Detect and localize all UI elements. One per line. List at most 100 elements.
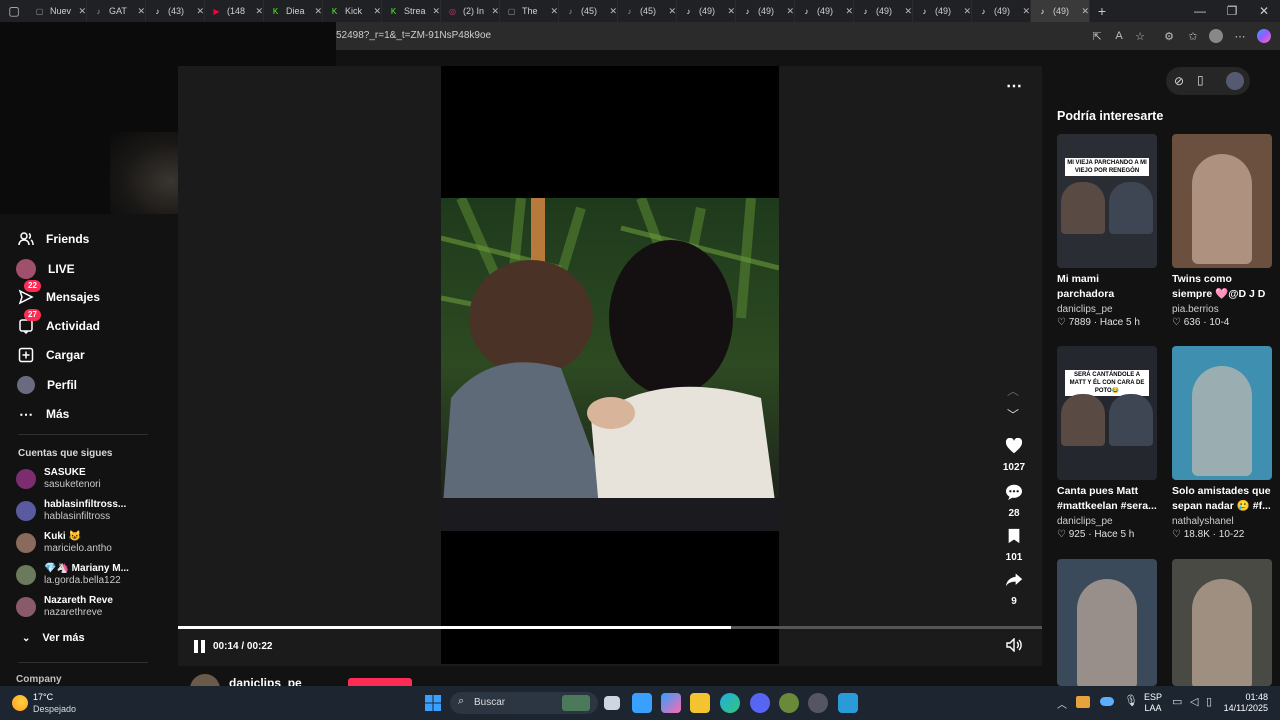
more-options-icon[interactable]: ⋯ bbox=[1006, 76, 1022, 96]
recommendation-card[interactable]: Twins como siempre 🩷@D J D R E I S A... p… bbox=[1172, 134, 1272, 328]
browser-tab[interactable]: K Kick ✕ bbox=[323, 0, 382, 22]
favorites-icon[interactable]: ✩ bbox=[1186, 29, 1200, 43]
account-avatar[interactable] bbox=[1226, 72, 1244, 90]
following-item[interactable]: hablasinfiltross... hablasinfiltross bbox=[16, 499, 126, 523]
nav-more[interactable]: ⋯ Más bbox=[18, 406, 69, 422]
tab-close-icon[interactable]: ✕ bbox=[373, 6, 381, 17]
recommendation-author[interactable]: daniclips_pe bbox=[1057, 304, 1157, 315]
start-icon[interactable] bbox=[425, 695, 441, 711]
recommendation-card[interactable]: MI VIEJA PARCHANDO A MI VIEJO POR RENEGÓ… bbox=[1057, 134, 1157, 328]
tab-close-icon[interactable]: ✕ bbox=[196, 6, 204, 17]
following-item[interactable]: 💎🦄 Mariany M... la.gorda.bella122 bbox=[16, 563, 129, 587]
recommendation-thumbnail[interactable] bbox=[1172, 134, 1272, 268]
browser-tab[interactable]: ♪ (45) ✕ bbox=[618, 0, 677, 22]
weather-icon[interactable] bbox=[12, 695, 28, 711]
tab-close-icon[interactable]: ✕ bbox=[432, 6, 440, 17]
edge-icon[interactable] bbox=[720, 693, 740, 713]
tab-close-icon[interactable]: ✕ bbox=[668, 6, 676, 17]
follow-button[interactable] bbox=[348, 678, 412, 686]
language-indicator[interactable]: ESP LAA bbox=[1144, 692, 1162, 714]
battery-icon[interactable]: ▯ bbox=[1206, 695, 1212, 708]
app-icon-3[interactable] bbox=[838, 693, 858, 713]
next-video-icon[interactable]: ﹀ bbox=[1007, 406, 1019, 423]
recommendation-card[interactable]: Solo amistades que sepan nadar 🥲 #f... na… bbox=[1172, 346, 1272, 540]
recommendation-title[interactable]: Canta pues Matt #mattkeelan #sera... bbox=[1057, 484, 1157, 514]
open-app-icon[interactable]: ⇱ bbox=[1090, 29, 1104, 43]
previous-video-icon[interactable]: ︿ bbox=[1007, 382, 1019, 399]
browser-tab[interactable]: ♪ (45) ✕ bbox=[559, 0, 618, 22]
copilot-icon[interactable] bbox=[1257, 29, 1271, 43]
comment-action[interactable]: 28 bbox=[1002, 484, 1026, 519]
tab-close-icon[interactable]: ✕ bbox=[904, 6, 912, 17]
profile-avatar-icon[interactable] bbox=[1209, 29, 1223, 43]
recommendation-card[interactable]: SERÁ CANTÁNDOLE A MATT Y ÉL CON CARA DE … bbox=[1057, 346, 1157, 540]
tray-icon-1[interactable] bbox=[1076, 696, 1090, 708]
favorite-star-icon[interactable]: ☆ bbox=[1133, 29, 1147, 43]
microphone-icon[interactable]: 🎙 bbox=[1124, 694, 1138, 707]
nav-friends[interactable]: Friends bbox=[18, 231, 89, 247]
company-heading[interactable]: Company bbox=[16, 674, 62, 685]
recommendation-author[interactable]: daniclips_pe bbox=[1057, 516, 1157, 527]
browser-tab[interactable]: ♪ (49) ✕ bbox=[972, 0, 1031, 22]
restore-button[interactable]: ❐ bbox=[1216, 0, 1248, 22]
copilot-app-icon[interactable] bbox=[661, 693, 681, 713]
extensions-icon[interactable]: ⚙ bbox=[1162, 29, 1176, 43]
browser-tab[interactable]: ♪ (49) ✕ bbox=[854, 0, 913, 22]
recommendation-title[interactable]: Twins como siempre 🩷@D J D R E I S A... bbox=[1172, 272, 1272, 302]
tab-close-icon[interactable]: ✕ bbox=[137, 6, 145, 17]
share-action[interactable]: 9 bbox=[1002, 572, 1026, 607]
recommendation-thumbnail[interactable] bbox=[1172, 559, 1272, 686]
browser-tab[interactable]: ♪ (49) ✕ bbox=[795, 0, 854, 22]
video-frame[interactable] bbox=[441, 66, 779, 664]
volume-tray-icon[interactable]: ◁ bbox=[1190, 695, 1198, 708]
recommendation-thumbnail[interactable] bbox=[1172, 346, 1272, 480]
recommendation-title[interactable]: Mi mami parchadora #mattkeelan #sera... bbox=[1057, 272, 1157, 302]
file-explorer-icon[interactable] bbox=[690, 693, 710, 713]
tab-close-icon[interactable]: ✕ bbox=[786, 6, 794, 17]
tab-close-icon[interactable]: ✕ bbox=[963, 6, 971, 17]
read-aloud-icon[interactable]: A bbox=[1112, 29, 1126, 43]
tab-close-icon[interactable]: ✕ bbox=[550, 6, 558, 17]
browser-tab[interactable]: ♪ (49) ✕ bbox=[1031, 0, 1090, 22]
chevron-up-icon[interactable]: ︿ bbox=[1057, 696, 1067, 711]
browser-tab[interactable]: ♪ (43) ✕ bbox=[146, 0, 205, 22]
onedrive-icon[interactable] bbox=[1100, 697, 1114, 706]
progress-bar[interactable] bbox=[178, 626, 1042, 629]
recommendation-author[interactable]: nathalyshanel bbox=[1172, 516, 1272, 527]
like-action[interactable]: 1027 bbox=[1002, 437, 1026, 473]
tab-close-icon[interactable]: ✕ bbox=[609, 6, 617, 17]
tab-close-icon[interactable]: ✕ bbox=[78, 6, 86, 17]
browser-tab[interactable]: K Diea ✕ bbox=[264, 0, 323, 22]
tab-close-icon[interactable]: ✕ bbox=[491, 6, 499, 17]
following-item[interactable]: Nazareth Reve nazarethreve bbox=[16, 595, 113, 619]
nav-live[interactable]: LIVE bbox=[16, 259, 75, 279]
recommendation-card[interactable] bbox=[1057, 559, 1157, 686]
nav-activity[interactable]: 27 Actividad bbox=[18, 309, 100, 334]
recommendation-title[interactable]: Solo amistades que sepan nadar 🥲 #f... bbox=[1172, 484, 1272, 514]
compass-icon[interactable]: ⊘ bbox=[1174, 74, 1184, 88]
recommendation-card[interactable] bbox=[1172, 559, 1272, 686]
browser-tab[interactable]: ◎ (2) In ✕ bbox=[441, 0, 500, 22]
browser-tab[interactable]: ♪ (49) ✕ bbox=[677, 0, 736, 22]
browser-tab[interactable]: ▢ The ✕ bbox=[500, 0, 559, 22]
recommendation-thumbnail[interactable] bbox=[1057, 559, 1157, 686]
minimize-button[interactable]: — bbox=[1184, 0, 1216, 22]
volume-icon[interactable] bbox=[1006, 637, 1022, 657]
browser-tab[interactable]: ♪ (49) ✕ bbox=[736, 0, 795, 22]
recommendation-author[interactable]: pia.berrios bbox=[1172, 304, 1272, 315]
discord-icon[interactable] bbox=[750, 693, 770, 713]
tab-close-icon[interactable]: ✕ bbox=[845, 6, 853, 17]
nav-profile[interactable]: Perfil bbox=[17, 376, 77, 394]
pause-icon[interactable] bbox=[194, 640, 206, 653]
clock[interactable]: 01:48 14/11/2025 bbox=[1222, 692, 1268, 714]
recommendation-thumbnail[interactable]: SERÁ CANTÁNDOLE A MATT Y ÉL CON CARA DE … bbox=[1057, 346, 1157, 480]
browser-tab[interactable]: ♪ (49) ✕ bbox=[913, 0, 972, 22]
phone-icon[interactable]: ▯ bbox=[1197, 73, 1204, 87]
tab-close-icon[interactable]: ✕ bbox=[314, 6, 322, 17]
menu-dots-icon[interactable]: ⋯ bbox=[1233, 29, 1247, 43]
tab-close-icon[interactable]: ✕ bbox=[1022, 6, 1030, 17]
nav-messages[interactable]: 22 Mensajes bbox=[18, 280, 100, 305]
tab-close-icon[interactable]: ✕ bbox=[1081, 6, 1089, 17]
taskbar-search[interactable]: ⌕ Buscar bbox=[450, 692, 598, 714]
tab-actions-icon[interactable]: ▢ bbox=[0, 0, 28, 22]
